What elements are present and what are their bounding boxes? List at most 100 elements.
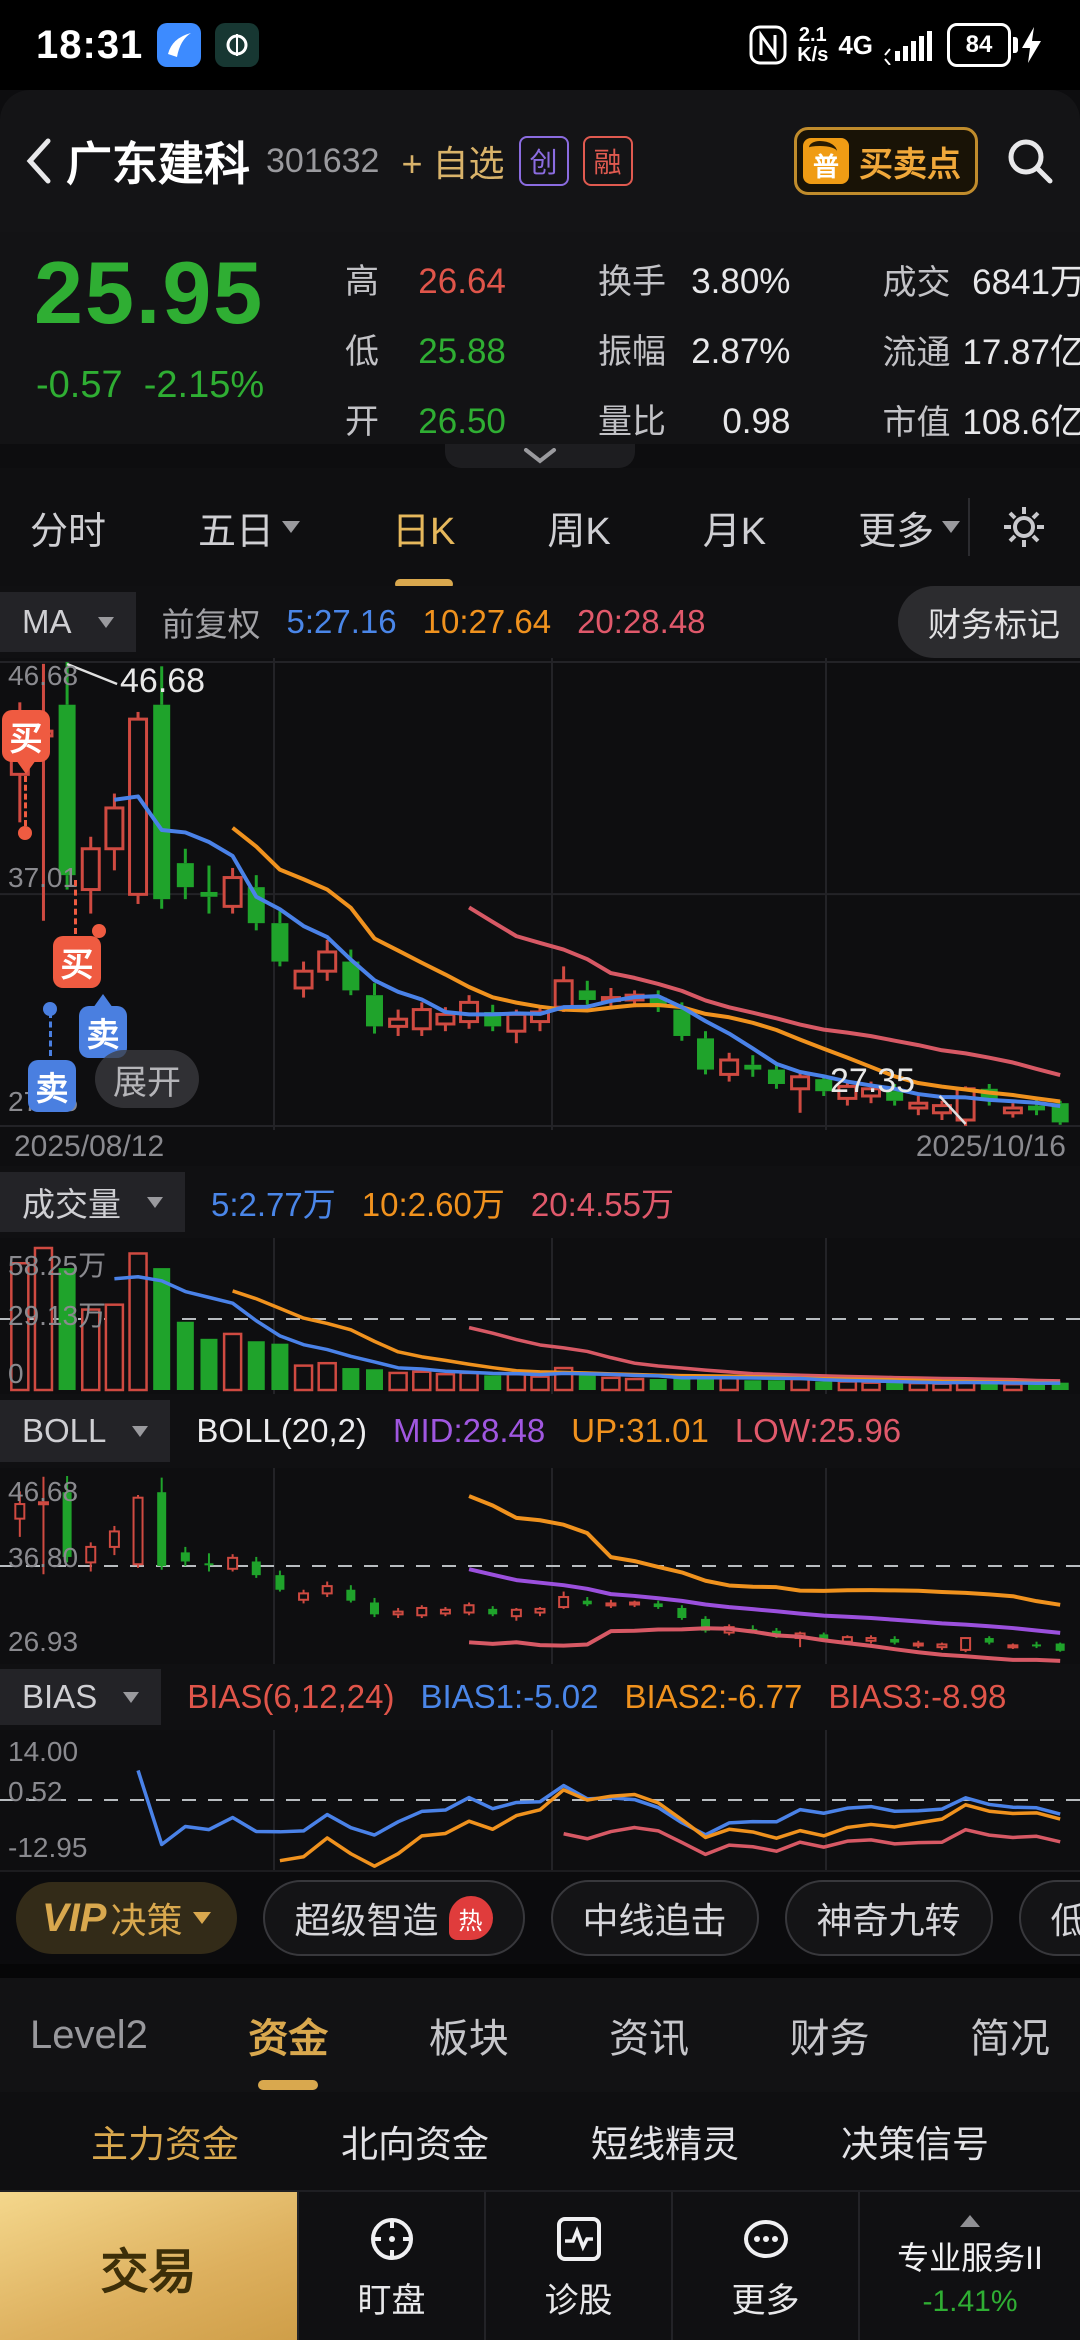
tab-financials[interactable]: 财务 xyxy=(790,2006,870,2064)
tab-funds[interactable]: 资金 xyxy=(248,2006,328,2090)
ellipsis-circle-icon xyxy=(743,2219,788,2258)
signal-connector xyxy=(74,880,77,934)
bias-chart[interactable]: 14.00 0.52 -12.95 xyxy=(0,1730,1080,1870)
rong-badge: 融 xyxy=(582,136,633,186)
back-icon[interactable] xyxy=(24,137,52,185)
stat-label: 流通 xyxy=(882,334,951,372)
pro-service-panel[interactable]: 专业服务II -1.41% xyxy=(858,2192,1080,2340)
period-tab-bar: 分时 五日 日K 周K 月K 更多 xyxy=(0,468,1080,589)
low-absorb-button[interactable]: 低吸能手 xyxy=(1018,1880,1080,1956)
stat-value: 2.87% xyxy=(691,332,791,371)
selected-tab-indicator xyxy=(258,2080,319,2090)
bias-indicator-row: BIAS BIAS(6,12,24) BIAS1:-5.02 BIAS2:-6.… xyxy=(0,1664,1080,1730)
buy-signal-badge[interactable]: 买 xyxy=(53,936,101,988)
indicator-name: BOLL xyxy=(22,1412,107,1449)
expand-up-icon xyxy=(960,2215,980,2227)
bias-formula: BIAS(6,12,24) xyxy=(187,1678,395,1715)
signal-connector xyxy=(49,1012,52,1056)
tab-monthly-k[interactable]: 月K xyxy=(703,500,766,555)
tab-level2[interactable]: Level2 xyxy=(30,2013,148,2058)
gear-icon[interactable] xyxy=(998,501,1050,553)
stock-code: 301632 xyxy=(266,141,380,180)
strategy-button-row: VIP 决策 超级智造 热 中线追击 神奇九转 低吸能手 xyxy=(0,1870,1080,1964)
sell-signal-badge[interactable]: 卖 xyxy=(28,1060,76,1112)
tab-label: 日K xyxy=(392,510,456,553)
buy-signal-badge[interactable]: 买 xyxy=(2,710,50,774)
bias1-value: BIAS1:-5.02 xyxy=(420,1678,599,1715)
watch-monitor-button[interactable]: 盯盘 xyxy=(297,2192,484,2340)
status-indicators: 2.1 K/s 4G 84 xyxy=(749,23,1044,67)
tab-news[interactable]: 资讯 xyxy=(609,2006,689,2064)
bias-axis-max: 14.00 xyxy=(8,1736,79,1767)
network-speed: 2.1 K/s xyxy=(797,25,828,65)
tab-sectors[interactable]: 板块 xyxy=(429,2006,509,2064)
search-icon[interactable] xyxy=(1004,135,1056,187)
vol-axis-mid: 29.13万 xyxy=(8,1300,107,1331)
change-percent: -2.15% xyxy=(143,364,265,406)
finance-mark-toggle[interactable]: 财务标记 xyxy=(898,586,1080,658)
signal-dot xyxy=(43,1002,57,1016)
ma-indicator-row: MA 前复权 5:27.16 10:27.64 20:28.48 财务标记 xyxy=(0,586,1080,658)
stats-row-2: 低 25.88 振幅 2.87% 流通 17.87亿 xyxy=(345,324,1080,375)
pill-label: 超级智造 xyxy=(294,1900,439,1941)
volume-chart[interactable]: 58.25万 29.13万 0 xyxy=(0,1238,1080,1394)
tab-more[interactable]: 更多 xyxy=(858,500,961,555)
subtab-northbound[interactable]: 北向资金 xyxy=(341,2114,489,2168)
chevron-down-icon xyxy=(524,448,556,464)
subtab-short-term[interactable]: 短线精灵 xyxy=(591,2114,739,2168)
sell-label: 卖 xyxy=(86,1016,120,1053)
header-bar: 广东建科 301632 + 自选 创 融 普 买卖点 xyxy=(0,90,1080,232)
midline-chase-button[interactable]: 中线追击 xyxy=(550,1880,759,1956)
more-button[interactable]: 更多 xyxy=(671,2192,858,2340)
super-smart-button[interactable]: 超级智造 热 xyxy=(262,1880,525,1956)
tab-label: 财务 xyxy=(789,2017,870,2061)
bias-axis-mid: 0.52 xyxy=(8,1776,63,1807)
tab-daily-k[interactable]: 日K xyxy=(392,500,456,589)
network-type: 4G xyxy=(838,29,873,60)
magic-nine-button[interactable]: 神奇九转 xyxy=(784,1880,993,1956)
chuang-badge: 创 xyxy=(518,136,569,186)
tab-profile[interactable]: 简况 xyxy=(970,2006,1050,2064)
candlestick-chart[interactable]: 46.68 37.01 27.35 46.68 27.35 买 买 卖 卖 展开 xyxy=(0,658,1080,1130)
stat-value: 0.98 xyxy=(722,402,791,441)
stat-label: 量比 xyxy=(597,403,666,441)
expand-button[interactable]: 展开 xyxy=(95,1050,199,1108)
vol-ma20-value: 20:4.55万 xyxy=(530,1186,674,1223)
hot-badge: 热 xyxy=(448,1896,493,1940)
boll-indicator-selector[interactable]: BOLL xyxy=(0,1399,171,1463)
speed-unit: K/s xyxy=(797,44,829,66)
boll-chart[interactable]: 46.68 36.80 26.93 xyxy=(0,1468,1080,1664)
vip-decision-button[interactable]: VIP 决策 xyxy=(16,1882,237,1954)
pointer xyxy=(93,994,113,1008)
bias-indicator-selector[interactable]: BIAS xyxy=(0,1669,162,1725)
signal-bars-icon xyxy=(884,31,932,65)
tab-label: 更多 xyxy=(858,510,935,553)
tab-minute[interactable]: 分时 xyxy=(30,500,106,555)
stat-value: 26.50 xyxy=(418,402,506,441)
ma-indicator-selector[interactable]: MA xyxy=(0,591,136,653)
adjust-mode[interactable]: 前复权 xyxy=(162,598,261,646)
vol-axis-max: 58.25万 xyxy=(8,1250,107,1281)
diagnose-stock-button[interactable]: 诊股 xyxy=(484,2192,671,2340)
subtab-decision-signal[interactable]: 决策信号 xyxy=(841,2114,989,2168)
trade-button[interactable]: 交易 xyxy=(0,2192,297,2340)
dropdown-icon xyxy=(942,521,961,533)
dropdown-icon xyxy=(147,1196,163,1208)
start-date: 2025/08/12 xyxy=(14,1130,165,1163)
collapse-handle[interactable] xyxy=(0,444,1080,468)
buy-sell-point-button[interactable]: 普 买卖点 xyxy=(794,127,978,195)
quote-panel: 25.95 -0.57 -2.15% 高 26.64 换手 3.80% 成交 6… xyxy=(0,232,1080,444)
wing-app-icon xyxy=(157,23,202,67)
price-axis-high: 46.68 xyxy=(8,660,79,691)
dropdown-icon xyxy=(192,1912,211,1924)
volume-indicator-selector[interactable]: 成交量 xyxy=(0,1171,185,1233)
stat-value: 108.6亿 xyxy=(962,403,1080,442)
add-watchlist-button[interactable]: + 自选 xyxy=(401,135,504,187)
speed-value: 2.1 xyxy=(798,24,827,46)
tab-five-day[interactable]: 五日 xyxy=(198,500,301,555)
buy-label: 买 xyxy=(60,946,94,983)
stat-label: 换手 xyxy=(597,263,666,301)
stat-label: 成交 xyxy=(882,264,951,302)
tab-weekly-k[interactable]: 周K xyxy=(547,500,610,555)
subtab-main-funds[interactable]: 主力资金 xyxy=(91,2114,239,2168)
